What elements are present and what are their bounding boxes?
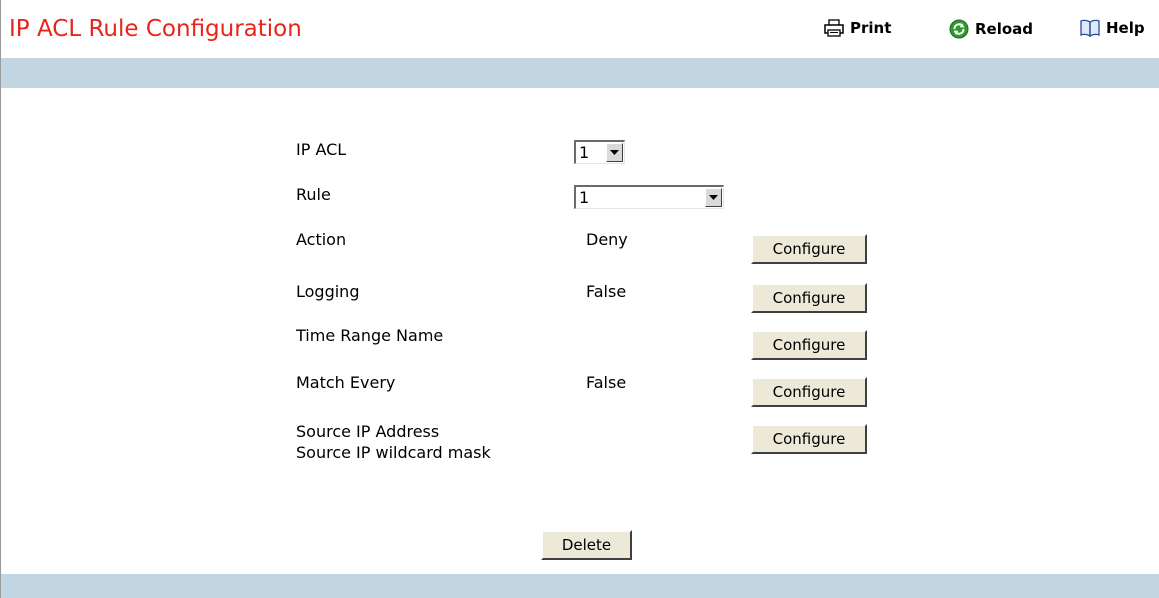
- configure-action-button[interactable]: Configure: [751, 234, 867, 264]
- chevron-down-icon: [705, 188, 722, 207]
- rule-label: Rule: [296, 185, 331, 204]
- configure-match-every-button[interactable]: Configure: [751, 377, 867, 407]
- help-book-icon: [1080, 19, 1100, 37]
- reload-icon: [949, 19, 969, 39]
- print-label: Print: [850, 19, 892, 37]
- ip-acl-select[interactable]: 1: [574, 140, 625, 164]
- source-ip-wildcard-mask-label: Source IP wildcard mask: [296, 443, 491, 462]
- logging-label: Logging: [296, 282, 360, 301]
- configure-time-range-button[interactable]: Configure: [751, 330, 867, 360]
- configure-logging-button[interactable]: Configure: [751, 283, 867, 313]
- action-value: Deny: [586, 230, 628, 249]
- match-every-value: False: [586, 373, 627, 392]
- footer-band: [1, 574, 1159, 598]
- action-label: Action: [296, 230, 347, 249]
- ip-acl-selected-value: 1: [579, 142, 590, 162]
- configure-source-ip-button[interactable]: Configure: [751, 424, 867, 454]
- time-range-name-label: Time Range Name: [296, 326, 444, 345]
- chevron-down-icon: [606, 143, 623, 162]
- reload-button[interactable]: Reload: [949, 19, 1033, 39]
- delete-button[interactable]: Delete: [541, 530, 632, 560]
- rule-selected-value: 1: [579, 187, 590, 207]
- help-label: Help: [1106, 19, 1145, 37]
- reload-label: Reload: [975, 20, 1034, 38]
- source-ip-address-label: Source IP Address: [296, 422, 440, 441]
- logging-value: False: [586, 282, 627, 301]
- toolbar: Print Reload Help: [1, 19, 1159, 45]
- ip-acl-label: IP ACL: [296, 140, 347, 159]
- print-button[interactable]: Print: [824, 19, 891, 37]
- header-band: [1, 58, 1159, 88]
- rule-select[interactable]: 1: [574, 185, 724, 209]
- match-every-label: Match Every: [296, 373, 396, 392]
- help-button[interactable]: Help: [1080, 19, 1145, 37]
- printer-icon: [824, 19, 844, 37]
